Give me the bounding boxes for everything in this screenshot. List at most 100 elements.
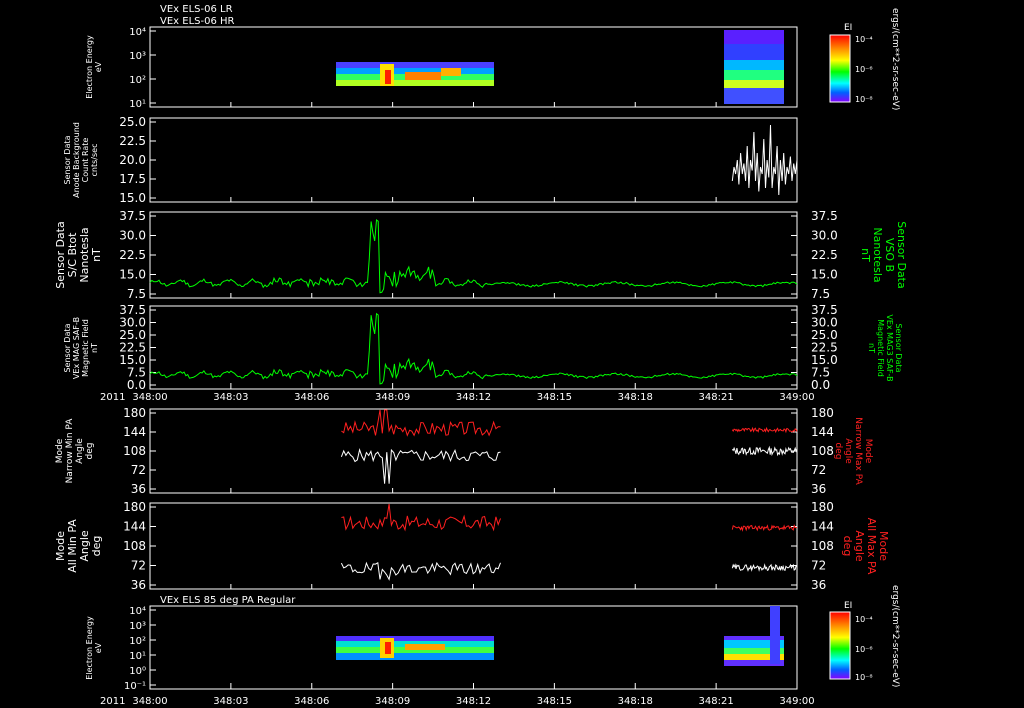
svg-text:Narrow Max PA: Narrow Max PA [853,417,863,485]
panel-3-ytick-right: 30.0 [811,229,838,243]
panel-5-right-label: Mode Narrow Max PA Angle deg [833,417,873,485]
panel-5-ytick-left: 144 [123,425,146,439]
panel-2-ytick-left: 20.0 [119,153,146,167]
colorbar-7: EI 10⁻⁴ 10⁻⁶ 10⁻⁸ [829,601,873,682]
time-tick-label: 348:06 [294,392,329,403]
bottom-panel-title: VEx ELS 85 deg PA Regular [160,595,296,606]
time-tick-label: 348:15 [537,392,572,403]
panel-7-ytick-left: 10³ [129,621,146,632]
panel-6-ytick-right: 36 [811,578,826,592]
panel-6-ytick-left: 72 [131,559,146,573]
svg-text:Mode: Mode [55,438,65,463]
panel-7-ytick-left: 10⁻¹ [124,681,146,692]
svg-text:eV: eV [94,642,103,653]
panel-5-max-pa-line [341,409,501,437]
panel-7-ytick-left: 10⁴ [129,606,146,617]
panel-6-ytick-left: 180 [123,500,146,514]
time-tick-label: 348:09 [375,696,410,707]
time-tick-label: 348:15 [537,696,572,707]
svg-text:Sensor Data: Sensor Data [63,135,72,184]
svg-text:Magnetic Field: Magnetic Field [81,319,90,377]
panel-3-ytick-left: 30.0 [119,229,146,243]
panel-3-ytick-right: 15.0 [811,268,838,282]
colorbar-1-tick-1: 10⁻⁶ [855,65,873,74]
panel-5-ytick-left: 72 [131,463,146,477]
panel-3-ytick-right: 7.5 [811,287,830,301]
panel-2-ytick-left: 15.0 [119,191,146,205]
els-mag-figure: VEx ELS-06 LR VEx ELS-06 HR VEx ELS 85 d… [54,4,908,707]
svg-text:nT: nT [90,343,99,353]
panel-3-ytick-right: 22.5 [811,248,838,262]
panel-6-ytick-right: 180 [811,500,834,514]
panel-5-ytick-right: 180 [811,406,834,420]
panel-7-ytick-left: 10⁰ [129,666,146,677]
panel-6-ytick-right: 72 [811,559,826,573]
colorbar-7-tick-1: 10⁻⁶ [855,645,873,654]
panel-4-ytick-right: 0.0 [811,378,830,392]
svg-text:Angle: Angle [75,438,85,464]
time-tick-label: 348:21 [699,696,734,707]
time-tick-label: 348:18 [618,392,653,403]
panel-5-min-pa-line-late [731,445,798,457]
header-line2: VEx ELS-06 HR [160,16,235,27]
panel-2-ytick-left: 22.5 [119,134,146,148]
panel-6-max-pa-line [341,503,501,532]
panel-3-ylabel: Sensor Data S/C Btot Nanotesla nT [54,221,103,288]
colorbar-7-tick-0: 10⁻⁴ [855,615,873,624]
year-label-bottom: 2011 [100,696,125,707]
panel-1-ylabel: Electron Energy eV [85,35,103,99]
spectrogram-7 [336,606,784,666]
time-tick-label: 349:00 [779,392,814,403]
panel-6-ytick-left: 144 [123,520,146,534]
panel-7-ylabel: Electron Energy eV [85,616,103,680]
svg-text:deg: deg [841,536,854,557]
panel-3-ytick-right: 37.5 [811,209,838,223]
time-tick-label: 348:03 [213,392,248,403]
colorbar-1-label: EI [844,23,852,33]
panel-2-frame [149,117,798,203]
panel-7-ytick-left: 10² [129,636,146,647]
panel-5-ytick-right: 72 [811,463,826,477]
panel-5-ytick-right: 36 [811,482,826,496]
panel-5-ylabel: Mode Narrow Min PA Angle deg [55,418,95,484]
panel-3-ytick-left: 37.5 [119,209,146,223]
time-tick-label: 348:03 [213,696,248,707]
colorbar-7-label: EI [844,601,852,611]
colorbar-7-tick-2: 10⁻⁸ [855,673,873,682]
panel-6-ylabel: Mode All Min PA Angle deg [54,519,103,573]
panel-6-ytick-left: 108 [123,539,146,553]
colorbar-7-units: ergs/(cm**2-sr-sec-eV) [890,585,900,687]
panel-3-ytick-left: 22.5 [119,248,146,262]
time-tick-label: 348:12 [456,696,491,707]
colorbar-1-units: ergs/(cm**2-sr-sec-eV) [890,8,900,110]
panel-2-ytick-left: 17.5 [119,172,146,186]
panel-3-bfield-line [149,219,798,294]
svg-text:deg: deg [90,536,103,557]
panel-6-right-label: Mode All Max PA Angle deg [841,518,890,575]
panel-5-ytick-left: 180 [123,406,146,420]
svg-text:deg: deg [85,443,95,460]
svg-text:Magnetic Field: Magnetic Field [876,319,885,377]
colorbar-1-tick-2: 10⁻⁸ [855,95,873,104]
svg-text:Anode Background: Anode Background [72,122,81,198]
panel-2-ytick-left: 25.0 [119,115,146,129]
panel-3-ytick-left: 15.0 [119,268,146,282]
time-tick-label: 348:21 [699,392,734,403]
svg-text:nT: nT [90,248,103,262]
svg-text:Sensor Data: Sensor Data [63,323,72,372]
panel-6-ytick-right: 108 [811,539,834,553]
colorbar-1: EI 10⁻⁴ 10⁻⁶ 10⁻⁸ [829,23,873,104]
panel-1-ytick-left: 10³ [129,51,146,62]
svg-text:VEx MAG SAF-B: VEx MAG SAF-B [72,317,81,379]
svg-text:Mode: Mode [863,439,873,464]
panel-5-ytick-left: 108 [123,444,146,458]
time-tick-label: 348:09 [375,392,410,403]
colorbar-1-tick-0: 10⁻⁴ [855,35,873,44]
panel-2-ylabel: Sensor Data Anode Background Count Rate … [63,122,99,198]
panel-7-ytick-left: 10¹ [129,651,146,662]
spectrogram-1 [336,30,784,104]
panel-6-frame [149,502,798,590]
panel-5-ytick-right: 108 [811,444,834,458]
svg-text:Electron Energy: Electron Energy [85,35,94,99]
panel-6-min-pa-line [340,561,501,581]
